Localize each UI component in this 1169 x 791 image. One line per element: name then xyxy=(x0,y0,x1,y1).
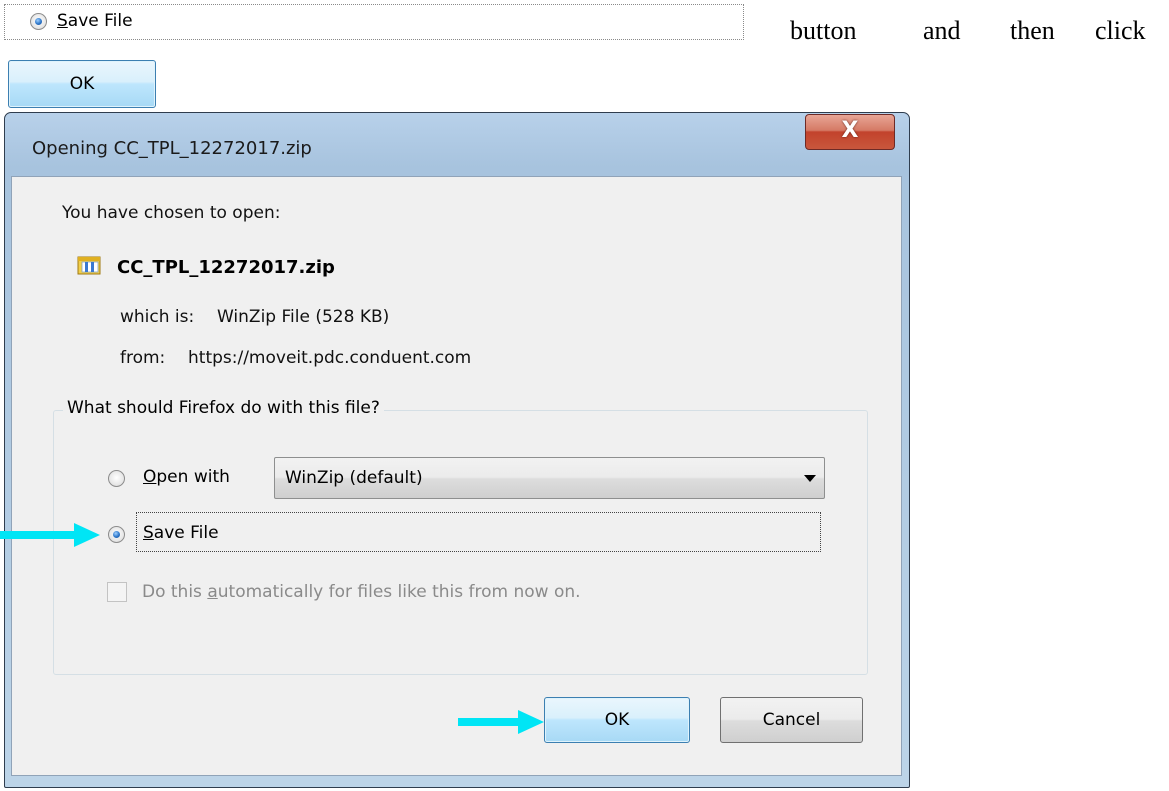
snippet-save-file-label: Save File xyxy=(57,11,133,31)
doc-word-click: click xyxy=(1095,16,1146,45)
close-icon: X xyxy=(841,118,859,143)
save-file-label: Save File xyxy=(143,523,219,543)
snippet-ok-button[interactable]: OK xyxy=(8,60,156,108)
which-is-value: WinZip File (528 KB) xyxy=(217,307,390,327)
from-label: from: xyxy=(120,348,166,368)
which-is-label: which is: xyxy=(120,307,195,327)
dialog-prompt: You have chosen to open: xyxy=(62,203,281,223)
auto-checkbox[interactable] xyxy=(107,582,127,602)
open-with-label: Open with xyxy=(143,467,230,487)
close-button[interactable]: X xyxy=(805,114,895,150)
open-with-radio[interactable] xyxy=(108,470,125,487)
dropdown-arrow-icon xyxy=(804,475,816,482)
pointer-arrow-icon xyxy=(458,710,544,734)
open-with-app-select[interactable]: WinZip (default) xyxy=(274,457,825,499)
doc-word-button: button xyxy=(790,16,857,45)
snippet-save-file-radio[interactable] xyxy=(30,13,47,30)
doc-word-then: then xyxy=(1010,16,1055,45)
save-file-radio[interactable] xyxy=(108,526,125,543)
doc-word-and: and xyxy=(923,16,961,45)
cancel-button[interactable]: Cancel xyxy=(720,697,863,743)
dialog-title: Opening CC_TPL_12272017.zip xyxy=(32,138,312,159)
pointer-arrow-icon xyxy=(0,523,100,547)
groupbox-question: What should Firefox do with this file? xyxy=(63,398,384,418)
open-with-app-value: WinZip (default) xyxy=(285,468,423,488)
file-name: CC_TPL_12272017.zip xyxy=(117,257,335,278)
from-value: https://moveit.pdc.conduent.com xyxy=(188,348,472,368)
auto-checkbox-label: Do this automatically for files like thi… xyxy=(142,582,581,602)
save-file-focus-row[interactable] xyxy=(136,512,821,552)
zip-file-icon xyxy=(77,256,101,275)
ok-button[interactable]: OK xyxy=(544,697,690,743)
